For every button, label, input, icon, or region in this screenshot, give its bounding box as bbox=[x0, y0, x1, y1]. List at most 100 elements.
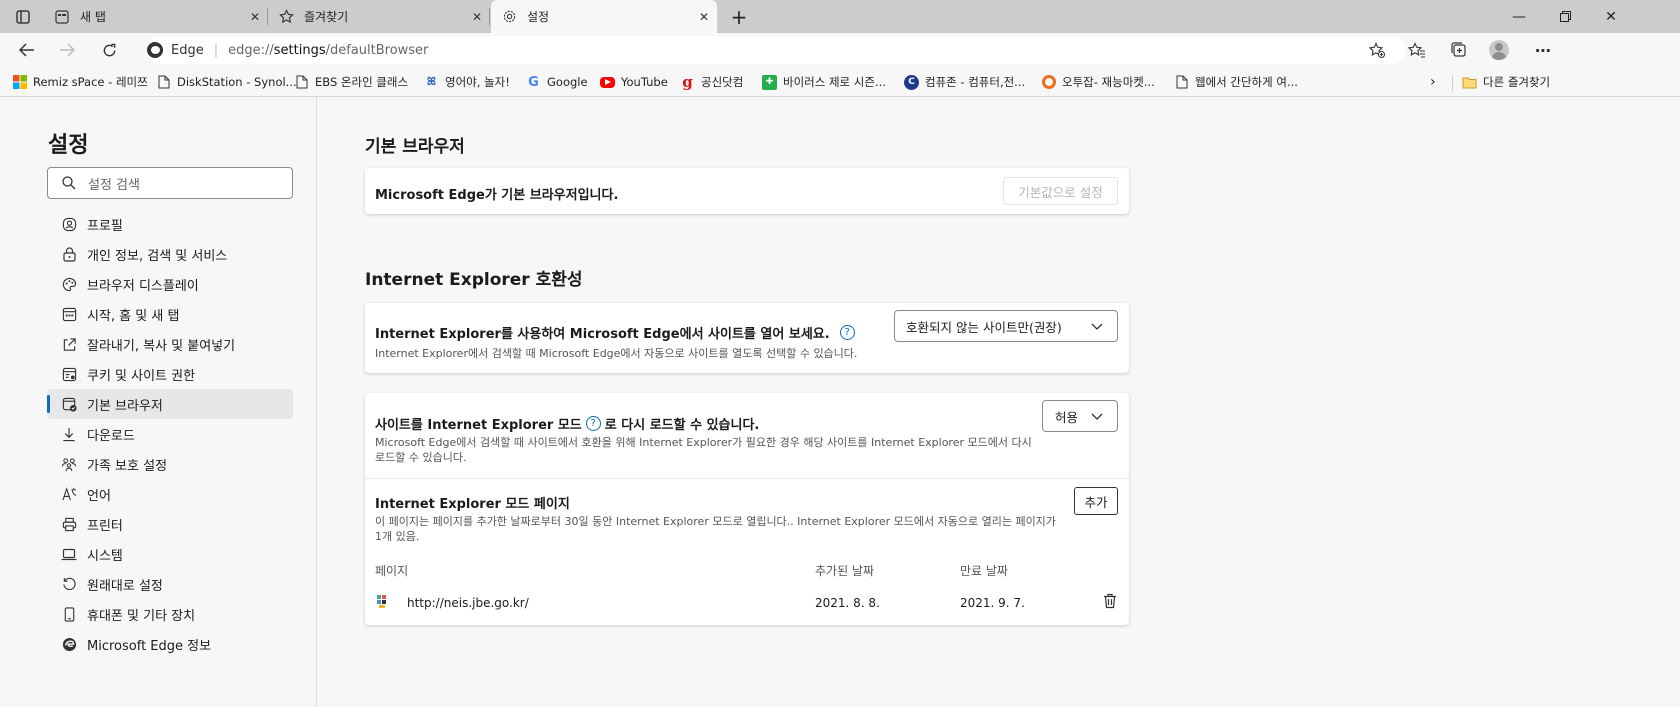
ie-reload-dropdown[interactable]: 허용 bbox=[1042, 400, 1118, 432]
bookmark-item[interactable]: C 컴퓨존 - 컴퓨터,전... bbox=[904, 73, 1025, 91]
bookmark-item[interactable]: Remiz sPace - 레미쯔 bbox=[12, 73, 148, 91]
sidebar-item-reset[interactable]: 원래대로 설정 bbox=[47, 569, 293, 599]
bookmark-item[interactable]: g 공신닷컴 bbox=[680, 73, 743, 91]
sidebar-item-family[interactable]: 가족 보호 설정 bbox=[47, 449, 293, 479]
ie-pages-description: 이 페이지는 페이지를 추가한 날짜로부터 30일 동안 Internet Ex… bbox=[375, 515, 1056, 543]
site-chip: Edge bbox=[171, 42, 204, 58]
language-icon bbox=[61, 486, 77, 502]
download-icon bbox=[61, 426, 77, 442]
sidebar-item-downloads[interactable]: 다운로드 bbox=[47, 419, 293, 449]
profile-icon bbox=[61, 216, 77, 232]
separator: | bbox=[213, 42, 219, 58]
sidebar-item-label: 기본 브라우저 bbox=[87, 398, 163, 414]
settings-more-button[interactable]: ⋯ bbox=[1528, 37, 1558, 63]
share-icon bbox=[61, 336, 77, 352]
laptop-icon bbox=[61, 546, 77, 562]
avatar bbox=[1489, 40, 1509, 60]
collections-button[interactable] bbox=[1444, 37, 1474, 63]
restore-button[interactable] bbox=[1542, 0, 1588, 33]
sidebar-item-cookies[interactable]: 쿠키 및 사이트 권한 bbox=[47, 359, 293, 389]
sidebar-item-start-home[interactable]: 시작, 홈 및 새 탭 bbox=[47, 299, 293, 329]
favorites-button[interactable] bbox=[1402, 37, 1432, 63]
help-icon[interactable]: ? bbox=[839, 325, 855, 340]
sidebar-item-share-copy[interactable]: 잘라내기, 복사 및 붙여넣기 bbox=[47, 329, 293, 359]
ie-reload-title-row: 사이트를 Internet Explorer 모드 ? 로 다시 로드할 수 있… bbox=[375, 414, 759, 433]
sidebar-item-printers[interactable]: 프린터 bbox=[47, 509, 293, 539]
help-icon[interactable]: ? bbox=[585, 416, 601, 431]
add-page-button[interactable]: 추가 bbox=[1074, 487, 1118, 515]
dropdown-value: 허용 bbox=[1055, 409, 1079, 425]
bookmark-item[interactable]: EBS 온라인 클래스 bbox=[294, 73, 408, 91]
sidebar-item-system[interactable]: 시스템 bbox=[47, 539, 293, 569]
sidebar-item-about[interactable]: Microsoft Edge 정보 bbox=[47, 629, 293, 659]
refresh-button[interactable] bbox=[94, 37, 124, 63]
settings-sidebar: 설정 설정 검색 프로필 개인 정보, 검색 및 서비스 브라우저 디스플레이 … bbox=[0, 97, 317, 707]
divider bbox=[1452, 75, 1453, 91]
section-heading-default-browser: 기본 브라우저 bbox=[365, 137, 465, 157]
minimize-button[interactable]: — bbox=[1496, 0, 1542, 33]
default-browser-card: Microsoft Edge가 기본 브라우저입니다. 기본값으로 설정 bbox=[365, 168, 1129, 214]
sidebar-item-profile[interactable]: 프로필 bbox=[47, 209, 293, 239]
bookmark-item[interactable]: DiskStation - Synol... bbox=[156, 73, 297, 91]
tab-favorites[interactable]: 즐겨찾기 ✕ bbox=[268, 0, 490, 33]
search-input[interactable]: 설정 검색 bbox=[88, 174, 140, 193]
gongsin-icon: g bbox=[682, 73, 693, 91]
ie-open-title: Internet Explorer를 사용하여 Microsoft Edge에서… bbox=[375, 327, 830, 342]
sidebar-item-label: 시스템 bbox=[87, 548, 123, 564]
cookie-icon bbox=[61, 366, 77, 382]
forward-button[interactable] bbox=[52, 37, 82, 63]
ie-reload-title-b: 로 다시 로드할 수 있습니다. bbox=[604, 418, 760, 433]
new-tab-button[interactable]: + bbox=[716, 0, 762, 33]
bookmark-item[interactable]: 오투잡- 재능마켓... bbox=[1042, 73, 1155, 91]
tab-new-tab[interactable]: 새 탭 ✕ bbox=[44, 0, 268, 33]
bookmark-item[interactable]: ꕤ 영어야, 놀자! bbox=[424, 73, 510, 91]
profile-button[interactable] bbox=[1484, 37, 1514, 63]
ie-open-description: Internet Explorer에서 검색할 때 Microsoft Edge… bbox=[375, 347, 858, 360]
sidebar-item-phone[interactable]: 휴대폰 및 기타 장치 bbox=[47, 599, 293, 629]
sidebar-item-languages[interactable]: 언어 bbox=[47, 479, 293, 509]
chevron-down-icon bbox=[1091, 323, 1103, 330]
tab-settings[interactable]: 설정 ✕ bbox=[491, 0, 717, 33]
sidebar-item-appearance[interactable]: 브라우저 디스플레이 bbox=[47, 269, 293, 299]
address-bar[interactable]: Edge | edge://settings/defaultBrowser bbox=[147, 36, 1405, 64]
tab-actions-button[interactable] bbox=[0, 0, 46, 33]
ie-pages-title: Internet Explorer 모드 페이지 bbox=[375, 497, 570, 512]
compuzone-icon: C bbox=[904, 74, 919, 90]
palette-icon bbox=[61, 276, 77, 292]
ie-mode-card: 사이트를 Internet Explorer 모드 ? 로 다시 로드할 수 있… bbox=[365, 393, 1129, 625]
page-title: 설정 bbox=[48, 133, 89, 158]
sidebar-item-default-browser[interactable]: 기본 브라우저 bbox=[47, 389, 293, 419]
back-button[interactable] bbox=[12, 37, 42, 63]
youtube-icon bbox=[600, 76, 615, 88]
make-default-button[interactable]: 기본값으로 설정 bbox=[1003, 177, 1118, 205]
forward-arrow-icon bbox=[60, 43, 75, 57]
browser-check-icon bbox=[61, 396, 77, 412]
ie-open-card: Internet Explorer를 사용하여 Microsoft Edge에서… bbox=[365, 303, 1129, 373]
tab-actions-icon bbox=[16, 9, 30, 24]
ie-open-dropdown[interactable]: 호환되지 않는 사이트만(권장) bbox=[894, 310, 1118, 342]
printer-icon bbox=[61, 516, 77, 532]
bookmark-label: 오투잡- 재능마켓... bbox=[1062, 75, 1155, 89]
row-url: http://neis.jbe.go.kr/ bbox=[407, 596, 529, 610]
close-window-button[interactable]: ✕ bbox=[1588, 0, 1634, 33]
settings-content: 기본 브라우저 Microsoft Edge가 기본 브라우저입니다. 기본값으… bbox=[318, 97, 1680, 707]
page-icon bbox=[294, 75, 309, 90]
windows-icon bbox=[12, 75, 27, 90]
bookmark-label: DiskStation - Synol... bbox=[177, 75, 297, 89]
bookmark-item[interactable]: ✚ 바이러스 제로 시즌... bbox=[762, 73, 886, 91]
delete-icon[interactable] bbox=[1103, 593, 1117, 613]
bookmark-item[interactable]: G Google bbox=[526, 73, 587, 91]
ie-reload-description: Microsoft Edge에서 검색할 때 사이트에서 호환을 위해 Inte… bbox=[375, 436, 1032, 464]
more-bookmarks-button[interactable]: › bbox=[1430, 73, 1436, 91]
other-favorites[interactable]: 다른 즐겨찾기 bbox=[1462, 73, 1550, 91]
sidebar-item-privacy[interactable]: 개인 정보, 검색 및 서비스 bbox=[47, 239, 293, 269]
close-tab-icon[interactable]: ✕ bbox=[250, 10, 260, 24]
bookmark-item[interactable]: YouTube bbox=[600, 73, 668, 91]
add-favorite-icon[interactable] bbox=[1368, 42, 1385, 62]
gear-icon bbox=[501, 9, 517, 25]
close-tab-icon[interactable]: ✕ bbox=[472, 10, 482, 24]
bookmark-label: 영어야, 놀자! bbox=[445, 75, 510, 89]
bookmark-item[interactable]: 웹에서 간단하게 여... bbox=[1174, 73, 1298, 91]
close-tab-icon[interactable]: ✕ bbox=[699, 10, 709, 24]
settings-search[interactable]: 설정 검색 bbox=[47, 167, 293, 199]
